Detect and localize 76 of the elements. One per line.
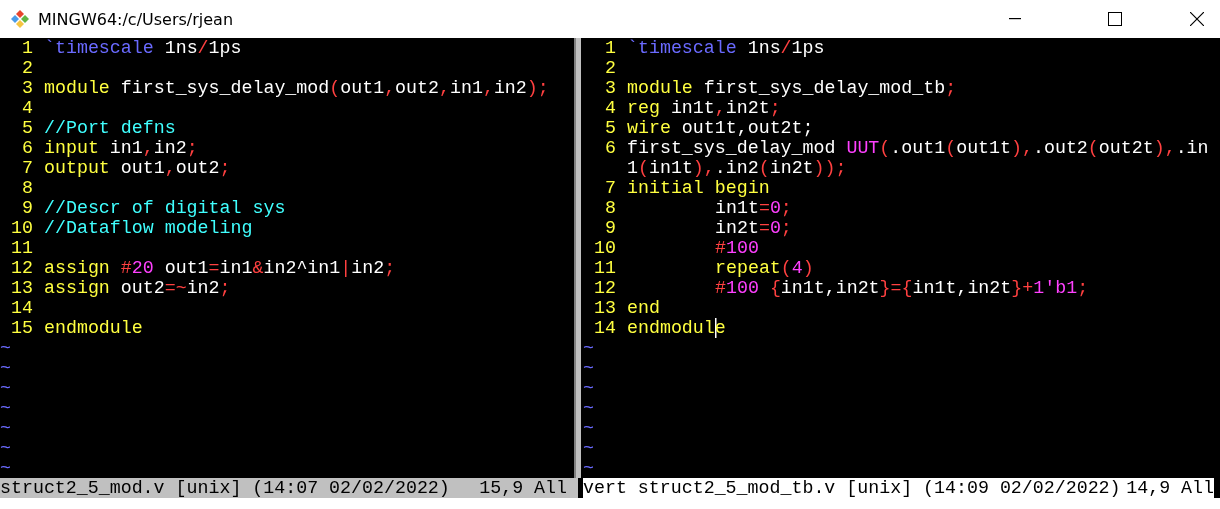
line-number: 2 [604,58,616,78]
empty-line-marker: ~ [0,418,11,438]
line-number: 5 [604,118,616,138]
line-number: 1 [604,38,616,58]
code-line: #100 [714,238,759,258]
maximize-icon [1108,12,1122,26]
empty-line-marker: ~ [0,458,11,478]
git-logo-icon [10,9,30,29]
empty-line-marker: ~ [0,398,11,418]
empty-line-marker: ~ [583,358,594,378]
cursor-position: 14,9 All [1126,478,1214,498]
close-icon [1190,12,1204,26]
line-number: 3 [21,78,33,98]
line-number: 8 [21,178,33,198]
code-line: output out1,out2; [44,158,231,178]
code-line: in1t=0; [714,198,792,218]
code-line: 1(in1t),.in2(in2t)); [627,158,847,178]
code-line: wire out1t,out2t; [627,118,814,138]
line-number: 7 [604,178,616,198]
line-number: 15 [10,318,33,338]
empty-line-marker: ~ [583,398,594,418]
code-line: repeat(4) [714,258,814,278]
code-line: module first_sys_delay_mod_tb; [627,78,957,98]
line-number: 8 [604,198,616,218]
empty-line-marker: ~ [0,438,11,458]
code-line: assign out2=~in2; [44,278,231,298]
empty-line-marker: ~ [583,438,594,458]
empty-line-marker: ~ [583,378,594,398]
line-number: 12 [10,258,33,278]
code-line: //Descr of digital sys [44,198,286,218]
line-number: 6 [21,138,33,158]
empty-line-marker: ~ [0,378,11,398]
window-title: MINGW64:/c/Users/rjean [38,9,235,29]
code-line: module first_sys_delay_mod(out1,out2,in1,in2); [44,78,549,98]
file-info: vert struct2_5_mod_tb.v [unix] (14:09 02/02/2022) [583,478,1121,498]
code-line: in2t=0; [714,218,792,238]
line-number: 3 [604,78,616,98]
line-number: 11 [10,238,33,258]
line-number: 9 [604,218,616,238]
line-number: 4 [21,98,33,118]
line-number: 14 [593,318,616,338]
code-line: //Dataflow modeling [44,218,253,238]
line-number: 13 [593,298,616,318]
file-info: struct2_5_mod.v [unix] (14:07 02/02/2022) [0,478,450,498]
code-line: //Port defns [44,118,176,138]
code-line: `timescale 1ns/1ps [44,38,242,58]
code-line: endmodule [44,318,143,338]
code-line: `timescale 1ns/1ps [627,38,825,58]
empty-line-marker: ~ [0,358,11,378]
line-number: 11 [593,258,616,278]
line-number: 5 [21,118,33,138]
code-line: assign #20 out1=in1&in2^in1|in2; [44,258,396,278]
empty-line-marker: ~ [0,338,11,358]
line-number: 12 [593,278,616,298]
line-number: 7 [21,158,33,178]
line-number: 13 [10,278,33,298]
empty-line-marker: ~ [583,458,594,478]
code-line: initial begin [627,178,770,198]
empty-line-marker: ~ [583,338,594,358]
line-number: 10 [593,238,616,258]
code-line: end [627,298,660,318]
line-number: 4 [604,98,616,118]
code-line: #100 {in1t,in2t}={in1t,in2t}+1'b1; [714,278,1089,298]
code-line: input in1,in2; [44,138,198,158]
line-number: 10 [10,218,33,238]
minimize-icon [1009,18,1021,20]
line-number: 2 [21,58,33,78]
line-number: 6 [604,138,616,158]
code-line: reg in1t,in2t; [627,98,781,118]
empty-line-marker: ~ [583,418,594,438]
cursor-position: 15,9 All [479,478,567,498]
code-line: first_sys_delay_mod UUT(.out1(out1t),.out2(out2t),.in [627,138,1209,158]
line-number: 14 [10,298,33,318]
line-number: 9 [21,198,33,218]
code-line: endmodule [627,318,726,338]
line-number: 1 [21,38,33,58]
